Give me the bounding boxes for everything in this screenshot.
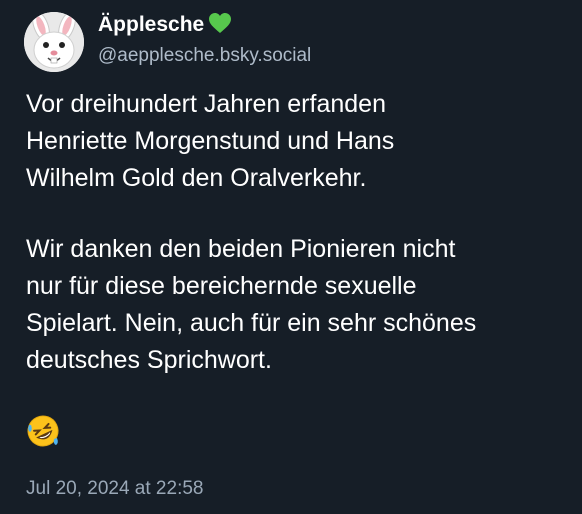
post-card: Äpplesche @aepplesche.bsky.social Vor dr… — [0, 0, 582, 514]
author-display-name[interactable]: Äpplesche — [98, 12, 232, 41]
green-heart-icon — [208, 12, 232, 41]
post-text-paragraph-1: Vor dreihundert Jahren erfanden Henriett… — [26, 90, 395, 192]
rabbit-avatar-icon — [24, 12, 84, 72]
post-text-paragraph-2: Wir danken den beiden Pionieren nicht nu… — [26, 235, 477, 374]
author-handle[interactable]: @aepplesche.bsky.social — [98, 44, 311, 68]
post-timestamp[interactable]: Jul 20, 2024 at 22:58 — [26, 477, 203, 501]
rolling-on-floor-laughing-emoji-icon — [26, 414, 62, 450]
author-name-text: Äpplesche — [98, 13, 205, 36]
author-avatar[interactable] — [24, 12, 84, 72]
